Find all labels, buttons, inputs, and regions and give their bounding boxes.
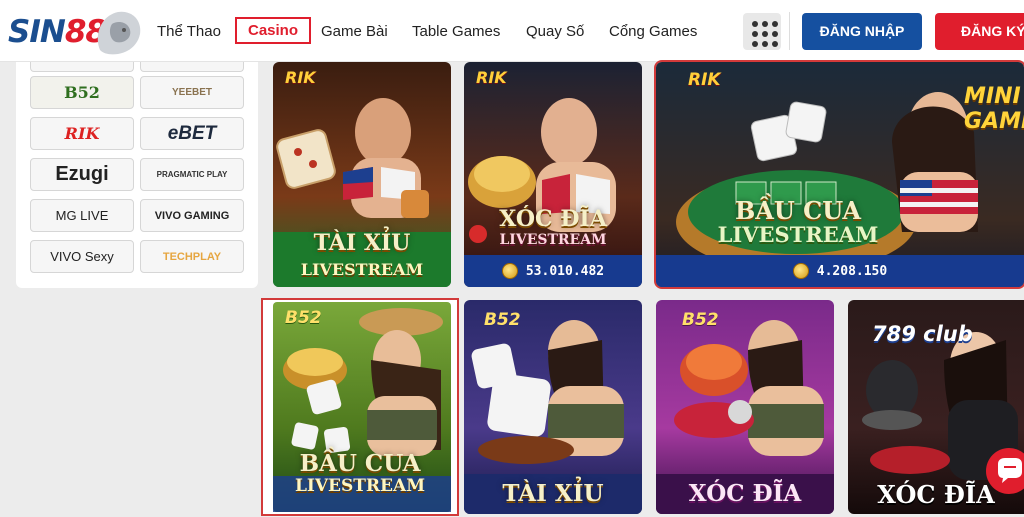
chat-glyph — [998, 458, 1022, 483]
provider-vivo-sexy[interactable]: VIVO Sexy — [30, 240, 134, 273]
game-tile-rik-tai-xiu[interactable]: RIK TÀI XỈU LIVESTREAM — [273, 62, 451, 287]
nav-the-thao[interactable]: Thể Thao — [157, 23, 221, 40]
game-title: TÀI XỈU — [502, 480, 604, 507]
nav-table-games[interactable]: Table Games — [412, 23, 500, 40]
nav-quay-so[interactable]: Quay Số — [526, 23, 584, 40]
game-subtitle: LIVESTREAM — [300, 260, 424, 279]
nav-casino[interactable]: Casino — [235, 17, 312, 44]
jackpot-bar: 53.010.482 — [464, 255, 642, 287]
logo-part-sin: SIN — [8, 14, 66, 50]
game-tile-b52-bau-cua[interactable]: B52 BẦU CUA LIVESTREAM — [261, 298, 459, 516]
coin-icon — [792, 263, 809, 279]
top-header: SIN88 Thể Thao Casino Game Bài Table Gam… — [0, 0, 1024, 62]
coin-icon — [501, 263, 518, 279]
chat-bubble-icon[interactable] — [986, 448, 1024, 494]
header-divider — [789, 12, 790, 50]
brand-rik: RIK — [688, 70, 721, 90]
tile-background — [464, 62, 642, 287]
jackpot-amount: 53.010.482 — [525, 263, 605, 279]
brand-rik: RIK — [476, 68, 507, 87]
jackpot-amount: 4.208.150 — [816, 263, 888, 279]
game-subtitle: LIVESTREAM — [717, 222, 879, 247]
provider-top-cut-right[interactable] — [140, 62, 244, 72]
game-title: XÓC ĐĨA — [688, 480, 802, 507]
login-button[interactable]: ĐĂNG NHẬP — [802, 13, 922, 50]
nav-cong-games[interactable]: Cổng Games — [609, 23, 697, 40]
provider-yeebet[interactable]: YEEBET — [140, 76, 244, 109]
game-subtitle: LIVESTREAM — [499, 232, 607, 248]
provider-rik[interactable]: RIK — [30, 117, 134, 150]
provider-ebet[interactable]: eBET — [140, 117, 244, 150]
provider-sidebar: B52 YEEBET RIK eBET Ezugi PRAGMATIC PLAY… — [16, 62, 258, 288]
brand-b52: B52 — [682, 310, 719, 330]
game-tile-b52-xoc-dia[interactable]: B52 XÓC ĐĨA — [656, 300, 834, 514]
casino-page: SIN88 Thể Thao Casino Game Bài Table Gam… — [0, 0, 1024, 517]
game-title: BẦU CUA — [734, 196, 862, 225]
game-tile-rik-bau-cua[interactable]: RIK MINI GAME BẦU CUA LIVESTREAM 4.208.1… — [654, 60, 1024, 289]
grid-dots-icon[interactable] — [743, 13, 781, 50]
game-subtitle: LIVESTREAM — [294, 476, 426, 496]
game-title: XÓC ĐĨA — [499, 206, 607, 232]
provider-top-cut-left[interactable] — [30, 62, 134, 72]
game-title: BẦU CUA — [299, 450, 421, 477]
lion-icon — [97, 11, 141, 55]
provider-vivo-gaming[interactable]: VIVO GAMING — [140, 199, 244, 232]
provider-ezugi[interactable]: Ezugi — [30, 158, 134, 191]
provider-mg-live[interactable]: MG LIVE — [30, 199, 134, 232]
nav-game-bai[interactable]: Game Bài — [321, 23, 388, 40]
provider-pragmatic-play[interactable]: PRAGMATIC PLAY — [140, 158, 244, 191]
jackpot-bar: 4.208.150 — [656, 255, 1024, 287]
provider-techplay[interactable]: TECHPLAY — [140, 240, 244, 273]
game-tile-rik-xoc-dia[interactable]: RIK XÓC ĐĨA LIVESTREAM 53.010.482 — [464, 62, 642, 287]
provider-b52[interactable]: B52 — [30, 76, 134, 109]
register-button[interactable]: ĐĂNG KÝ — [935, 13, 1024, 50]
game-tile-b52-tai-xiu[interactable]: B52 TÀI XỈU — [464, 300, 642, 514]
minigame-badge: MINI GAME — [964, 84, 1024, 134]
brand-b52: B52 — [285, 308, 322, 328]
brand-rik: RIK — [285, 68, 316, 87]
game-title: TÀI XỈU — [313, 230, 411, 256]
brand-b52: B52 — [484, 310, 521, 330]
brand-789club: 789 club — [872, 322, 973, 346]
sin88-logo[interactable]: SIN88 — [8, 6, 144, 58]
